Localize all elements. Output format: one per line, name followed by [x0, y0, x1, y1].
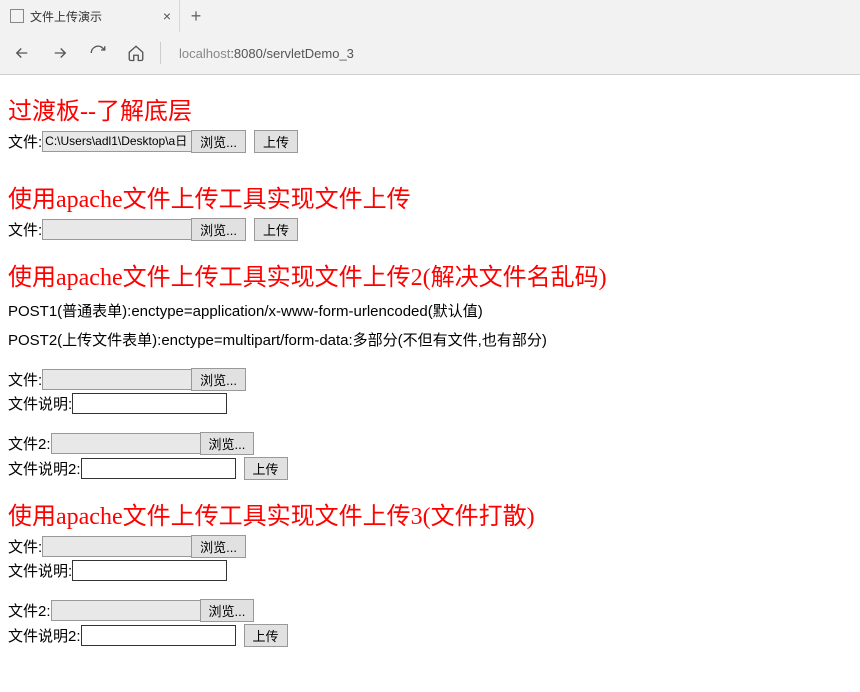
browser-chrome: 文件上传演示 × + localhost:8080/servletDemo_3	[0, 0, 860, 75]
file-description2-input[interactable]	[81, 458, 236, 479]
file-path-display	[51, 600, 201, 621]
file-input[interactable]: 浏览...	[42, 368, 246, 391]
upload-button[interactable]: 上传	[244, 457, 288, 480]
upload-button[interactable]: 上传	[254, 218, 298, 241]
browse-button[interactable]: 浏览...	[200, 432, 255, 455]
refresh-button[interactable]	[88, 43, 108, 63]
browser-tab[interactable]: 文件上传演示 ×	[0, 0, 180, 32]
upload-button[interactable]: 上传	[244, 624, 288, 647]
file-label: 文件:	[8, 369, 42, 390]
file-path-display	[42, 369, 192, 390]
desc-label: 文件说明:	[8, 560, 72, 581]
section3-desc2-row: 文件说明2: 上传	[8, 457, 852, 480]
browse-button[interactable]: 浏览...	[191, 535, 246, 558]
section1-heading: 过渡板--了解底层	[8, 91, 852, 126]
file-input[interactable]: 浏览...	[51, 432, 255, 455]
home-button[interactable]	[126, 43, 146, 63]
desc2-label: 文件说明2:	[8, 625, 81, 646]
forward-button[interactable]	[50, 43, 70, 63]
file-input[interactable]: 浏览...	[42, 218, 246, 241]
section3-file-row: 文件: 浏览...	[8, 368, 852, 391]
url-port: :8080	[230, 46, 263, 61]
section3-heading: 使用apache文件上传工具实现文件上传2(解决文件名乱码)	[8, 257, 852, 292]
section4-desc2-row: 文件说明2: 上传	[8, 624, 852, 647]
close-icon[interactable]: ×	[163, 8, 171, 24]
page-icon	[10, 9, 24, 23]
desc2-label: 文件说明2:	[8, 458, 81, 479]
address-bar[interactable]: localhost:8080/servletDemo_3	[175, 46, 848, 61]
file-path-display: C:\Users\adl1\Desktop\a日	[42, 131, 192, 152]
back-button[interactable]	[12, 43, 32, 63]
file-path-display	[42, 219, 192, 240]
browse-button[interactable]: 浏览...	[191, 130, 246, 153]
section3-file2-row: 文件2: 浏览...	[8, 432, 852, 455]
desc-label: 文件说明:	[8, 393, 72, 414]
browse-button[interactable]: 浏览...	[191, 368, 246, 391]
post1-description: POST1(普通表单):enctype=application/x-www-fo…	[8, 300, 852, 321]
file-input[interactable]: 浏览...	[51, 599, 255, 622]
file-path-display	[42, 536, 192, 557]
new-tab-button[interactable]: +	[180, 6, 212, 27]
section4-file-row: 文件: 浏览...	[8, 535, 852, 558]
section3-desc-row: 文件说明:	[8, 393, 852, 414]
upload-button[interactable]: 上传	[254, 130, 298, 153]
tab-title: 文件上传演示	[30, 8, 102, 25]
file-path-display	[51, 433, 201, 454]
tab-bar: 文件上传演示 × +	[0, 0, 860, 32]
section1-file-row: 文件: C:\Users\adl1\Desktop\a日 浏览... 上传	[8, 130, 852, 153]
section2-file-row: 文件: 浏览... 上传	[8, 218, 852, 241]
file-label: 文件:	[8, 131, 42, 152]
browse-button[interactable]: 浏览...	[200, 599, 255, 622]
file-label: 文件:	[8, 536, 42, 557]
file-input[interactable]: C:\Users\adl1\Desktop\a日 浏览...	[42, 130, 246, 153]
section4-file2-row: 文件2: 浏览...	[8, 599, 852, 622]
url-host: localhost	[179, 46, 230, 61]
browse-button[interactable]: 浏览...	[191, 218, 246, 241]
file-input[interactable]: 浏览...	[42, 535, 246, 558]
file-description-input[interactable]	[72, 560, 227, 581]
section4-desc-row: 文件说明:	[8, 560, 852, 581]
page-content: 过渡板--了解底层 文件: C:\Users\adl1\Desktop\a日 浏…	[0, 75, 860, 659]
browser-toolbar: localhost:8080/servletDemo_3	[0, 32, 860, 74]
post2-description: POST2(上传文件表单):enctype=multipart/form-dat…	[8, 329, 852, 350]
file-label: 文件:	[8, 219, 42, 240]
file2-label: 文件2:	[8, 433, 51, 454]
file-description2-input[interactable]	[81, 625, 236, 646]
file2-label: 文件2:	[8, 600, 51, 621]
file-description-input[interactable]	[72, 393, 227, 414]
section4-heading: 使用apache文件上传工具实现文件上传3(文件打散)	[8, 496, 852, 531]
toolbar-divider	[160, 42, 161, 64]
url-path: /servletDemo_3	[263, 46, 354, 61]
section2-heading: 使用apache文件上传工具实现文件上传	[8, 179, 852, 214]
